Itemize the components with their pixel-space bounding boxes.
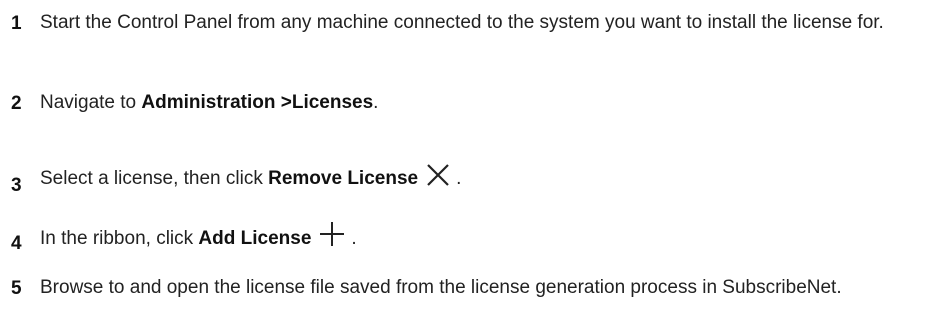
- step-number: 3: [11, 175, 22, 196]
- step-number: 5: [11, 278, 22, 299]
- step-text: Select a license, then click Remove Lice…: [40, 160, 943, 192]
- step-number: 1: [11, 13, 22, 34]
- step-text-suffix: .: [373, 92, 379, 113]
- add-license-label: Add License: [198, 228, 312, 249]
- step-text: Navigate to Administration >Licenses.: [40, 90, 943, 116]
- step-text-suffix: .: [351, 228, 357, 249]
- step-text-prefix: Navigate to: [40, 92, 142, 113]
- step-text-prefix: Select a license, then click: [40, 168, 269, 189]
- step-text: In the ribbon, click Add License.: [40, 218, 943, 252]
- step-text: Browse to and open the license file save…: [40, 277, 842, 298]
- step-number: 4: [11, 233, 22, 254]
- step-number: 2: [11, 93, 22, 114]
- plus-icon: [319, 221, 345, 247]
- step-text-suffix: .: [456, 168, 462, 189]
- step-text-prefix: In the ribbon, click: [40, 228, 199, 249]
- menu-path: Administration >Licenses: [141, 92, 374, 113]
- close-icon: [426, 163, 450, 187]
- remove-license-label: Remove License: [268, 168, 419, 189]
- step-text: Start the Control Panel from any machine…: [40, 12, 884, 33]
